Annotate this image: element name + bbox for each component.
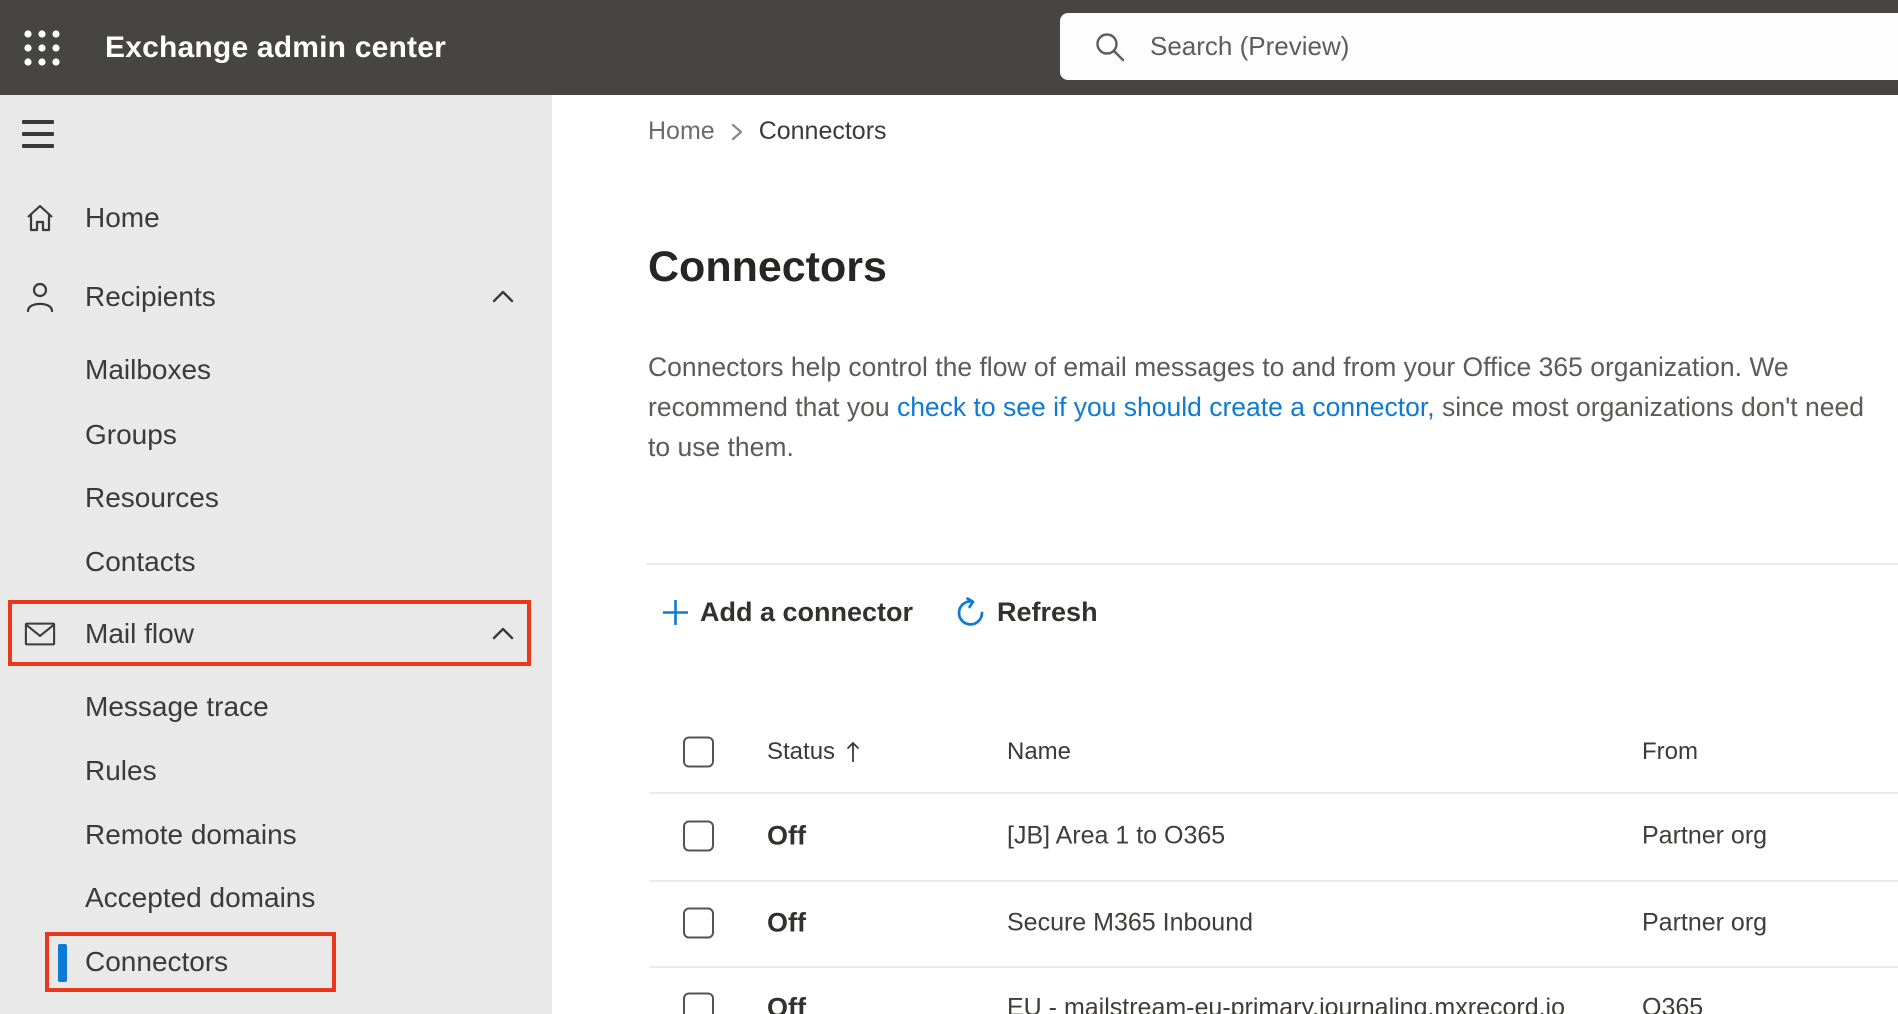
column-header-status[interactable]: Status	[767, 738, 861, 766]
refresh-label: Refresh	[997, 596, 1098, 627]
chevron-up-icon[interactable]	[490, 284, 516, 310]
create-connector-check-link[interactable]: check to see if you should create a conn…	[897, 392, 1435, 422]
sidebar-item-connectors[interactable]: Connectors	[0, 937, 552, 987]
sidebar-item-label: Contacts	[85, 546, 196, 577]
waffle-icon	[24, 30, 60, 66]
row-status: Off	[767, 907, 806, 938]
row-name[interactable]: Secure M365 Inbound	[1007, 909, 1253, 938]
page-title: Connectors	[648, 243, 887, 291]
sidebar-item-accepted-domains[interactable]: Accepted domains	[0, 873, 552, 923]
sidebar-item-home[interactable]: Home	[0, 193, 552, 243]
row-from: Partner org	[1642, 821, 1768, 850]
refresh-button[interactable]: Refresh	[955, 597, 1098, 628]
page-description: Connectors help control the flow of emai…	[648, 347, 1880, 467]
row-name[interactable]: EU - mailstream-eu-primary.journaling.mx…	[1007, 994, 1565, 1014]
sidebar-item-recipients[interactable]: Recipients	[0, 272, 552, 322]
table-divider	[650, 880, 1898, 882]
toolbar: Add a connector Refresh	[662, 589, 1098, 635]
envelope-icon	[24, 618, 56, 650]
row-checkbox[interactable]	[683, 992, 714, 1014]
table-row[interactable]: Off [JB] Area 1 to O365 Partner org	[552, 806, 1898, 866]
sidebar-item-remote-domains[interactable]: Remote domains	[0, 810, 552, 860]
search-icon	[1096, 32, 1125, 61]
column-header-name[interactable]: Name	[1007, 738, 1071, 766]
sidebar-item-message-trace[interactable]: Message trace	[0, 682, 552, 732]
sidebar-item-label: Mailboxes	[85, 354, 212, 385]
row-name[interactable]: [JB] Area 1 to O365	[1007, 822, 1225, 851]
add-connector-button[interactable]: Add a connector	[662, 597, 913, 628]
sidebar-item-contacts[interactable]: Contacts	[0, 537, 552, 587]
table-header-row: Status Name From	[552, 722, 1898, 782]
sort-ascending-icon	[846, 742, 860, 762]
person-icon	[24, 281, 56, 313]
sidebar-item-label: Remote domains	[85, 819, 297, 850]
breadcrumb-current: Connectors	[758, 117, 887, 145]
sidebar-nav: Home Recipients Mailboxes Groups Resourc…	[0, 95, 552, 1014]
sidebar-item-label: Message trace	[85, 691, 269, 722]
sidebar-item-resources[interactable]: Resources	[0, 473, 552, 523]
sidebar-item-label: Mail flow	[85, 618, 194, 649]
column-header-from[interactable]: From	[1642, 738, 1698, 766]
chevron-up-icon[interactable]	[490, 621, 516, 647]
sidebar-item-label: Accepted domains	[85, 882, 316, 913]
app-title: Exchange admin center	[105, 30, 446, 64]
table-row[interactable]: Off EU - mailstream-eu-primary.journalin…	[552, 978, 1898, 1014]
plus-icon	[663, 599, 688, 625]
row-status: Off	[767, 992, 806, 1014]
select-all-checkbox[interactable]	[683, 736, 714, 768]
row-from: Partner org	[1642, 908, 1768, 937]
breadcrumb-home-link[interactable]: Home	[648, 117, 715, 146]
breadcrumb-chevron-icon	[731, 123, 742, 140]
sidebar-item-groups[interactable]: Groups	[0, 410, 552, 460]
hamburger-icon	[22, 120, 54, 124]
sidebar-item-label: Home	[85, 202, 160, 233]
table-divider	[650, 792, 1898, 794]
sidebar-item-mail-flow[interactable]: Mail flow	[0, 609, 552, 659]
table-row[interactable]: Off Secure M365 Inbound Partner org	[552, 893, 1898, 953]
sidebar-item-label: Groups	[85, 419, 177, 450]
row-from: O365	[1642, 993, 1704, 1014]
sidebar-item-label: Rules	[85, 755, 157, 786]
toolbar-divider	[646, 563, 1898, 565]
sidebar-item-label: Recipients	[85, 281, 216, 312]
row-checkbox[interactable]	[683, 820, 714, 852]
search-placeholder: Search (Preview)	[1150, 31, 1350, 61]
refresh-icon	[957, 596, 984, 626]
sidebar-item-label: Connectors	[85, 946, 229, 977]
top-app-bar: Exchange admin center Search (Preview)	[0, 0, 1898, 95]
table-divider	[650, 966, 1898, 968]
sidebar-item-mailboxes[interactable]: Mailboxes	[0, 345, 552, 395]
sidebar-item-rules[interactable]: Rules	[0, 746, 552, 796]
row-status: Off	[767, 820, 806, 851]
app-launcher-button[interactable]	[14, 20, 70, 76]
selected-item-indicator	[58, 944, 67, 982]
menu-toggle-button[interactable]	[22, 113, 64, 155]
row-checkbox[interactable]	[683, 907, 714, 939]
main-content: Home Connectors Connectors Connectors he…	[552, 95, 1898, 1014]
breadcrumb: Home Connectors	[648, 117, 887, 146]
home-icon	[24, 202, 56, 234]
add-connector-label: Add a connector	[700, 596, 914, 627]
search-input[interactable]: Search (Preview)	[1060, 13, 1898, 80]
sidebar-item-label: Resources	[85, 482, 219, 513]
